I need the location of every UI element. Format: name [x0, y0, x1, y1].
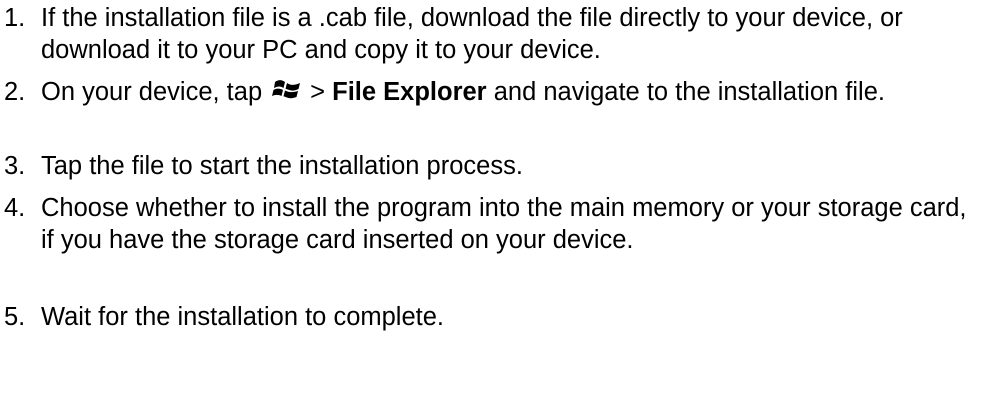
file-explorer-label: File Explorer: [332, 78, 487, 106]
step-1: 1. If the installation file is a .cab fi…: [0, 2, 981, 66]
windows-start-icon: [272, 76, 302, 102]
step-5: 5. Wait for the installation to complete…: [0, 301, 981, 333]
step-text: Choose whether to install the program in…: [41, 194, 967, 254]
step-text-suffix: and navigate to the installation file.: [493, 78, 885, 106]
step-number: 5.: [4, 303, 26, 331]
step-3: 3. Tap the file to start the installatio…: [0, 150, 981, 182]
step-number: 3.: [4, 152, 26, 180]
step-number: 1.: [4, 4, 26, 32]
step-4: 4. Choose whether to install the program…: [0, 192, 981, 256]
step-text-prefix: On your device, tap: [41, 78, 263, 106]
step-text: Tap the file to start the installation p…: [41, 152, 523, 180]
step-text: Wait for the installation to complete.: [41, 303, 444, 331]
separator-arrow: >: [310, 78, 326, 106]
step-number: 2.: [4, 78, 26, 106]
step-number: 4.: [4, 194, 26, 222]
step-2: 2. On your device, tap > File Explorer a…: [0, 76, 981, 108]
step-text: On your device, tap > File Explorer and …: [41, 78, 885, 106]
step-text: If the installation file is a .cab file,…: [41, 4, 903, 64]
